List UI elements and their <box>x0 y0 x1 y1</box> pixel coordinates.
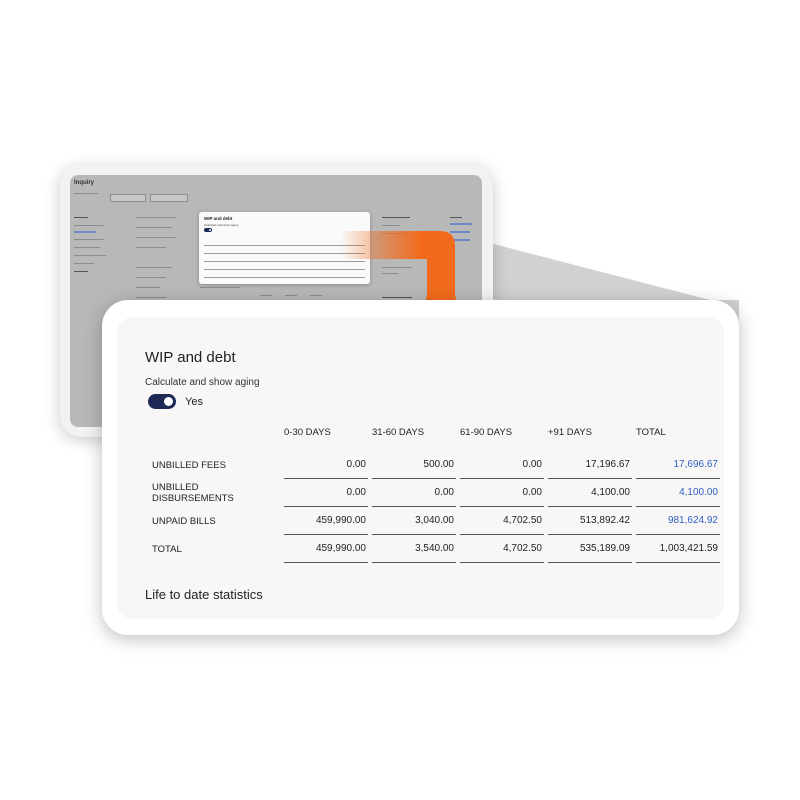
cell-value: 459,990.00 <box>284 535 368 563</box>
mini-toggle <box>204 228 212 232</box>
cell-value: 500.00 <box>372 451 456 479</box>
wip-and-debt-panel: WIP and debt Calculate and show aging Ye… <box>117 317 724 619</box>
toggle-knob <box>164 397 173 406</box>
total-link[interactable]: 981,624.92 <box>636 507 720 535</box>
header-61-90: 61-90 DAYS <box>460 426 513 438</box>
cell-value: 459,990.00 <box>284 507 368 535</box>
section-title: WIP and debt <box>145 349 236 366</box>
table-row: UNBILLED DISBURSEMENTS 0.00 0.00 0.00 4,… <box>148 479 720 507</box>
header-31-60: 31-60 DAYS <box>372 426 425 438</box>
mini-aging-label: Calculate and show aging <box>204 223 239 227</box>
cell-value: 3,540.00 <box>372 535 456 563</box>
cell-value: 0.00 <box>372 479 456 507</box>
row-label: TOTAL <box>152 543 182 555</box>
table-row-total: TOTAL 459,990.00 3,540.00 4,702.50 535,1… <box>148 535 720 563</box>
cell-value: 535,189.09 <box>548 535 632 563</box>
life-to-date-title: Life to date statistics <box>145 587 263 602</box>
cell-value: 0.00 <box>460 479 544 507</box>
table-row: UNPAID BILLS 459,990.00 3,040.00 4,702.5… <box>148 507 720 535</box>
grand-total-value: 1,003,421.59 <box>636 535 720 563</box>
bg-field-1 <box>110 194 146 202</box>
header-0-30: 0-30 DAYS <box>284 426 331 438</box>
aging-toggle[interactable] <box>148 394 176 409</box>
cell-value: 4,702.50 <box>460 507 544 535</box>
mini-wip-card: WIP and debt Calculate and show aging <box>199 212 370 284</box>
inquiry-title: Inquiry <box>74 180 95 186</box>
cell-value: 4,702.50 <box>460 535 544 563</box>
mini-wip-title: WIP and debt <box>204 216 233 221</box>
aging-toggle-label: Calculate and show aging <box>145 377 260 388</box>
total-link[interactable]: 4,100.00 <box>636 479 720 507</box>
cell-value: 0.00 <box>460 451 544 479</box>
aging-table: 0-30 DAYS 31-60 DAYS 61-90 DAYS +91 DAYS… <box>144 425 724 563</box>
header-total: TOTAL <box>636 426 666 438</box>
row-label: UNPAID BILLS <box>152 515 216 527</box>
row-label: UNBILLED DISBURSEMENTS <box>152 482 234 504</box>
header-blank <box>148 425 280 451</box>
cell-value: 513,892.42 <box>548 507 632 535</box>
cell-value: 17,196.67 <box>548 451 632 479</box>
cell-value: 4,100.00 <box>548 479 632 507</box>
aging-header-row: 0-30 DAYS 31-60 DAYS 61-90 DAYS +91 DAYS… <box>148 425 720 451</box>
aging-toggle-state: Yes <box>185 396 203 408</box>
row-label: UNBILLED FEES <box>152 459 226 471</box>
cell-value: 3,040.00 <box>372 507 456 535</box>
cell-value: 0.00 <box>284 479 368 507</box>
total-link[interactable]: 17,696.67 <box>636 451 720 479</box>
table-row: UNBILLED FEES 0.00 500.00 0.00 17,196.67… <box>148 451 720 479</box>
bg-field-2 <box>150 194 188 202</box>
header-91-plus: +91 DAYS <box>548 426 592 438</box>
cell-value: 0.00 <box>284 451 368 479</box>
